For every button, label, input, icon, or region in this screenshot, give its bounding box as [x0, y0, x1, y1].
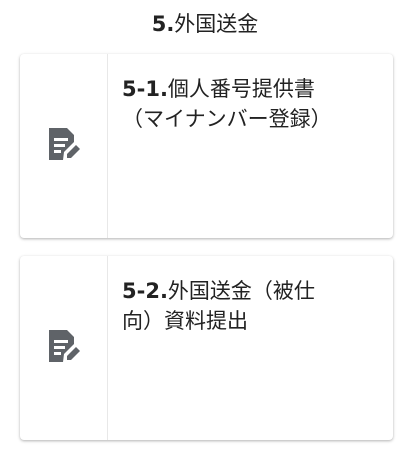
card-icon-area [20, 256, 108, 440]
card-title-text: 外国送金（被仕 [167, 279, 315, 303]
menu-card-remittance[interactable]: 5-2.外国送金（被仕 向）資料提出 [20, 256, 393, 440]
section-number: 5. [151, 12, 175, 36]
card-title-line: 5-1.個人番号提供書 [122, 74, 382, 104]
card-label: 5-1.個人番号提供書 （マイナンバー登録） [122, 74, 382, 134]
section-title: 5.外国送金 [0, 8, 410, 40]
card-title-line: （マイナンバー登録） [122, 107, 332, 131]
section-title-text: 外国送金 [174, 12, 259, 36]
card-icon-area [20, 54, 108, 238]
card-number: 5-2. [122, 279, 168, 303]
card-number: 5-1. [122, 77, 168, 101]
card-title-line: 5-2.外国送金（被仕 [122, 276, 382, 306]
card-title-line: 向）資料提出 [122, 309, 248, 333]
card-label: 5-2.外国送金（被仕 向）資料提出 [122, 276, 382, 336]
menu-card-mynumber[interactable]: 5-1.個人番号提供書 （マイナンバー登録） [20, 54, 393, 238]
document-edit-icon [49, 128, 80, 160]
card-title-text: 個人番号提供書 [167, 77, 315, 101]
document-edit-icon [49, 330, 80, 362]
